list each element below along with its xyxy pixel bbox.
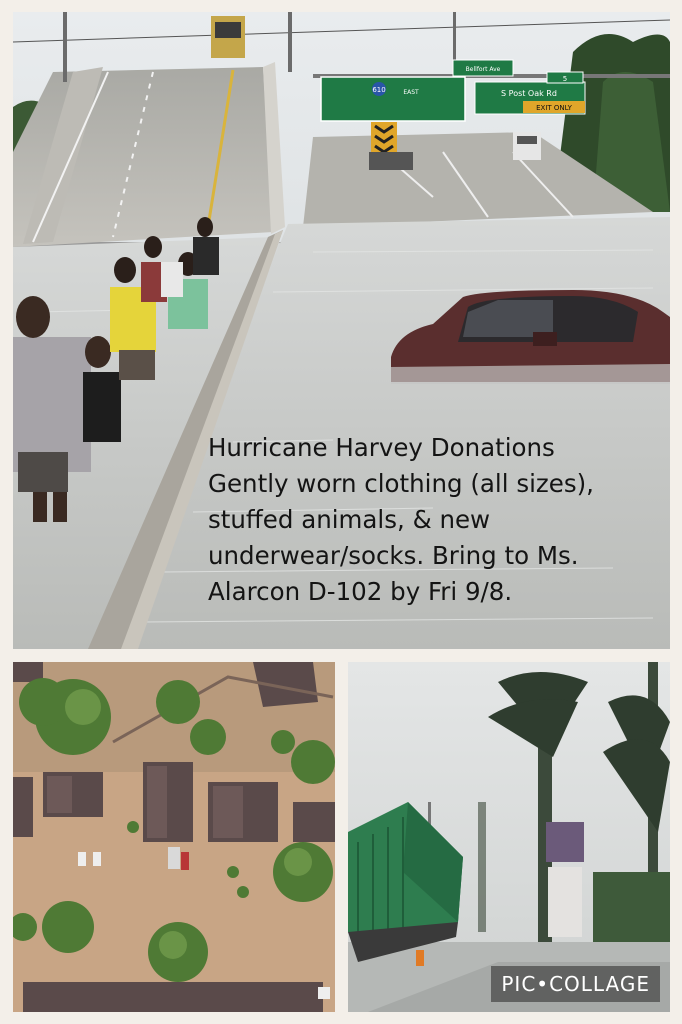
highway-sign-bellfort: Bellfort Ave [452,59,514,77]
sign-post-oak-text: S Post Oak Rd [501,89,557,98]
aerial-neighborhood-scene [13,662,335,1012]
caption-line-3: stuffed animals, & new [208,505,491,534]
sign-exit-number: 5 [563,75,567,83]
pic-collage-watermark: PIC•COLLAGE [491,966,660,1002]
sign-bellfort-text: Bellfort Ave [466,66,501,73]
storm-container-photo: PIC•COLLAGE [348,662,670,1012]
caption-line-2: Gently worn clothing (all sizes), [208,469,594,498]
caption-line-4: underwear/socks. Bring to Ms. [208,541,579,570]
sign-exit-only-text: EXIT ONLY [536,104,573,112]
caption-line-1: Hurricane Harvey Donations [208,433,555,462]
sign-610-direction: EAST [403,89,419,96]
flooded-highway-photo: 610 EAST Bellfort Ave S Post Oak Rd EXIT… [13,12,670,649]
caption-line-5: Alarcon D-102 by Fri 9/8. [208,577,513,606]
storm-scene [348,662,670,1012]
highway-sign-610: 610 EAST [320,76,466,122]
sign-610-route: 610 [372,86,385,94]
donation-caption: Hurricane Harvey Donations Gently worn c… [208,430,670,610]
aerial-flooded-neighborhood-photo [13,662,335,1012]
